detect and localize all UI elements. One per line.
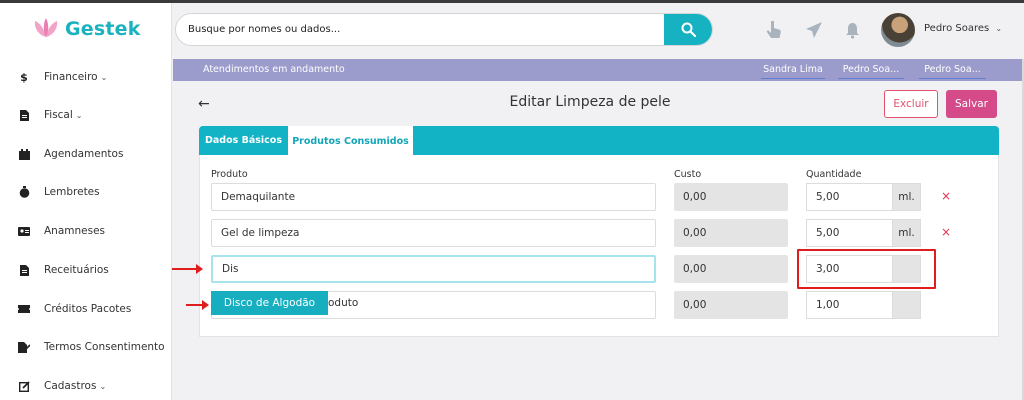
- sidebar-item-label: Lembretes: [44, 186, 100, 198]
- product-input[interactable]: Gel de limpeza: [211, 219, 656, 247]
- sidebar-item-termos-consentimento[interactable]: Termos Consentimento: [18, 337, 168, 357]
- sidebar-item-label: Créditos Pacotes: [44, 303, 132, 315]
- unit-label: [892, 291, 921, 319]
- sidebar-item-fiscal[interactable]: Fiscal ⌄: [18, 105, 168, 125]
- dollar-icon: $: [20, 70, 28, 84]
- sidebar: Gestek $ Financeiro ⌄ Fiscal ⌄ Agendamen…: [0, 3, 172, 400]
- product-input[interactable]: Demaquilante: [211, 183, 656, 211]
- unit-label: ml.: [892, 219, 921, 247]
- save-button[interactable]: Salvar: [946, 90, 997, 118]
- quantity-input[interactable]: 5,00: [806, 183, 893, 211]
- chevron-down-icon: ⌄: [100, 72, 108, 82]
- edit-icon: [18, 379, 30, 393]
- in-progress-user[interactable]: Pedro Soa...: [919, 64, 986, 79]
- column-header-cost: Custo: [674, 169, 702, 180]
- remove-product-icon[interactable]: ×: [941, 225, 951, 239]
- quantity-input[interactable]: 5,00: [806, 219, 893, 247]
- sidebar-item-label: Agendamentos: [44, 148, 124, 160]
- cost-field: 0,00: [674, 219, 788, 247]
- sidebar-item-label: Termos Consentimento: [44, 341, 165, 353]
- sidebar-item-label: Financeiro: [44, 71, 98, 83]
- product-input[interactable]: Dis: [211, 255, 656, 283]
- delete-button[interactable]: Excluir: [884, 90, 938, 118]
- chevron-down-icon: ⌄: [75, 110, 83, 120]
- logo-text: Gestek: [65, 18, 141, 40]
- user-name: Pedro Soares: [924, 23, 990, 34]
- annotation-arrow-icon: [186, 300, 209, 310]
- hand-pointer-icon[interactable]: [763, 19, 785, 41]
- sidebar-item-financeiro[interactable]: $ Financeiro ⌄: [18, 67, 168, 87]
- tab-dados-basicos[interactable]: Dados Básicos: [199, 126, 288, 155]
- sidebar-item-cadastros[interactable]: Cadastros ⌄: [18, 376, 168, 396]
- quantity-input[interactable]: 1,00: [806, 291, 893, 319]
- calendar-icon: [18, 147, 30, 161]
- cost-field: 0,00: [674, 255, 788, 283]
- annotation-arrow-icon: [172, 264, 203, 274]
- column-header-quantity: Quantidade: [806, 169, 862, 180]
- search-icon: [681, 22, 696, 37]
- unit-label: ml.: [892, 183, 921, 211]
- sidebar-item-label: Cadastros: [44, 380, 97, 392]
- back-arrow-icon[interactable]: ←: [198, 96, 210, 112]
- document-icon: [18, 108, 30, 122]
- appointments-in-progress-label: Atendimentos em andamento: [203, 64, 345, 75]
- sidebar-item-anamneses[interactable]: Anamneses: [18, 221, 168, 241]
- chevron-down-icon: ⌄: [99, 381, 107, 391]
- sidebar-item-lembretes[interactable]: Lembretes: [18, 182, 168, 202]
- product-input-text: oduto: [328, 297, 359, 309]
- search-bar: [175, 13, 713, 46]
- sidebar-item-agendamentos[interactable]: Agendamentos: [18, 144, 168, 164]
- avatar[interactable]: [881, 13, 915, 47]
- autocomplete-suggestion[interactable]: Disco de Algodão: [211, 291, 328, 315]
- in-progress-user[interactable]: Pedro Soa...: [838, 64, 904, 79]
- cost-field: 0,00: [674, 183, 788, 211]
- document-icon: [18, 263, 30, 277]
- sidebar-item-label: Receituários: [44, 264, 109, 276]
- cost-field: 0,00: [674, 291, 788, 319]
- paper-plane-icon[interactable]: [803, 19, 825, 41]
- id-card-icon: [18, 224, 30, 238]
- lotus-logo-icon: [34, 18, 58, 37]
- signature-icon: [18, 340, 30, 354]
- in-progress-user[interactable]: Sandra Lima: [761, 64, 825, 79]
- page-title: Editar Limpeza de pele: [509, 94, 671, 110]
- sidebar-item-label: Fiscal: [44, 109, 73, 121]
- remove-product-icon[interactable]: ×: [941, 189, 951, 203]
- bell-icon[interactable]: [841, 19, 863, 41]
- chevron-down-icon: ⌄: [995, 24, 1003, 33]
- stopwatch-icon: [18, 185, 30, 199]
- logo[interactable]: Gestek: [33, 17, 141, 41]
- sidebar-item-creditos-pacotes[interactable]: Créditos Pacotes: [18, 299, 168, 319]
- annotation-highlight-box: [797, 249, 936, 289]
- user-menu[interactable]: Pedro Soares ⌄: [924, 23, 1002, 34]
- tabs-bar: Dados Básicos Produtos Consumidos: [199, 126, 999, 156]
- tab-produtos-consumidos[interactable]: Produtos Consumidos: [288, 126, 413, 156]
- search-input[interactable]: [176, 14, 656, 45]
- sidebar-item-receituarios[interactable]: Receituários: [18, 260, 168, 280]
- search-button[interactable]: [664, 14, 712, 45]
- ticket-icon: [18, 302, 30, 316]
- column-header-product: Produto: [211, 169, 248, 180]
- sidebar-item-label: Anamneses: [44, 225, 106, 237]
- appointments-in-progress-bar: Atendimentos em andamento Sandra Lima Pe…: [173, 59, 1022, 81]
